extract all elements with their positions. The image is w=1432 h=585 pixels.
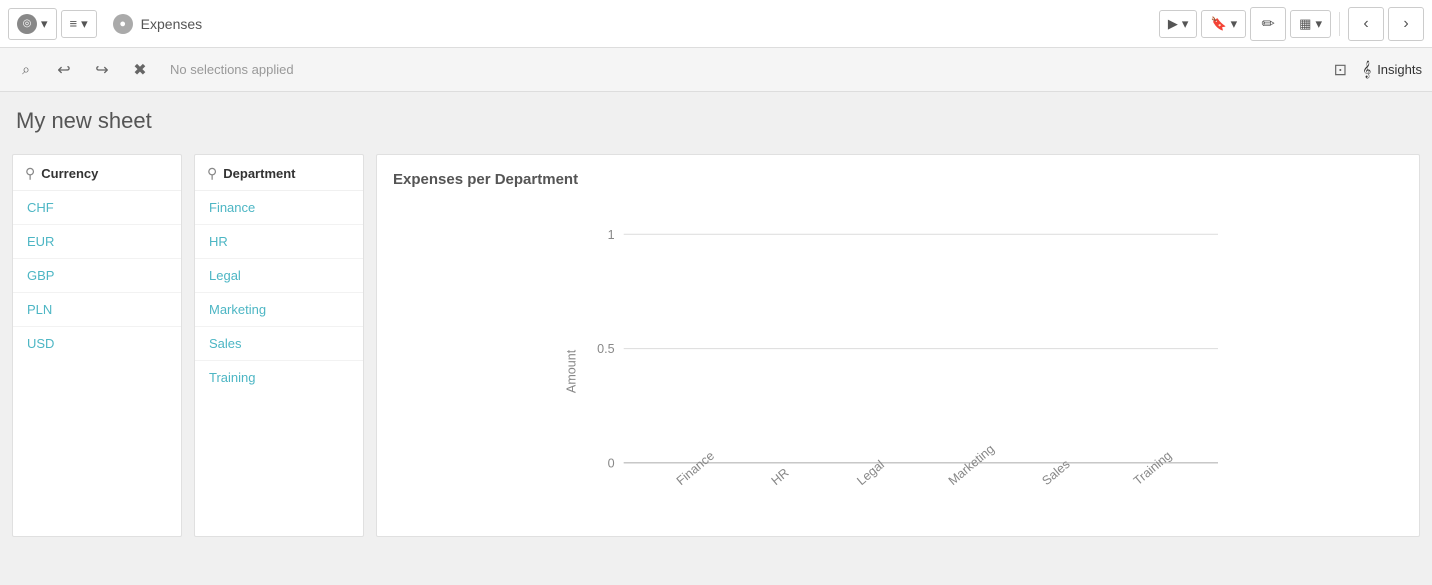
clear-selection-button[interactable]: ✖ bbox=[124, 55, 156, 85]
selection-mode-button[interactable]: ⊡ bbox=[1324, 55, 1356, 85]
toolbar-right: ▶ ▾ 🔖 ▾ ✏ ▦ ▾ ‹ › bbox=[1159, 7, 1424, 41]
y-tick-0: 0 bbox=[608, 456, 615, 470]
list-view-button[interactable]: ≡ ▾ bbox=[61, 10, 97, 38]
chart-icon: ▦ bbox=[1299, 16, 1311, 32]
department-listbox: ⚲ Department Finance HR Legal Marketing … bbox=[194, 154, 364, 537]
expenses-icon: ● bbox=[113, 14, 133, 34]
chart-type-button[interactable]: ▦ ▾ bbox=[1290, 10, 1331, 38]
chart-svg: Amount 1 0.5 0 Finance HR Legal Marketin… bbox=[393, 200, 1403, 520]
list-item[interactable]: Sales bbox=[195, 327, 363, 361]
list-dropdown-arrow: ▾ bbox=[81, 16, 88, 32]
list-item[interactable]: Marketing bbox=[195, 293, 363, 327]
edit-button[interactable]: ✏ bbox=[1250, 7, 1286, 41]
list-item[interactable]: PLN bbox=[13, 293, 181, 327]
department-listbox-title: Department bbox=[223, 166, 295, 181]
x-label-sales: Sales bbox=[1040, 457, 1073, 488]
x-label-training: Training bbox=[1131, 448, 1174, 488]
selection-bar: ⌕ ↩ ↪ ✖ No selections applied ⊡ 𝄞 Insigh… bbox=[0, 48, 1432, 92]
redo-icon: ↪ bbox=[95, 60, 108, 80]
insights-bar-icon: 𝄞 bbox=[1362, 61, 1371, 78]
x-axis-label: Department bbox=[885, 519, 957, 520]
insights-button[interactable]: 𝄞 Insights bbox=[1362, 61, 1422, 78]
x-label-legal: Legal bbox=[854, 458, 887, 488]
undo-selection-button[interactable]: ↩ bbox=[48, 55, 80, 85]
list-icon: ≡ bbox=[70, 16, 78, 31]
back-icon: ‹ bbox=[1363, 15, 1368, 33]
forward-selection-button[interactable]: ↪ bbox=[86, 55, 118, 85]
undo-icon: ↩ bbox=[57, 60, 70, 80]
list-item[interactable]: Legal bbox=[195, 259, 363, 293]
screen-dropdown-arrow: ▾ bbox=[1182, 16, 1189, 32]
bookmark-dropdown-arrow: ▾ bbox=[1231, 16, 1238, 32]
app-title-bar: ● Expenses bbox=[101, 14, 214, 34]
chart-title: Expenses per Department bbox=[393, 171, 1403, 188]
bookmark-button[interactable]: 🔖 ▾ bbox=[1201, 10, 1246, 38]
y-tick-05: 0.5 bbox=[597, 342, 614, 356]
pen-icon: ✏ bbox=[1261, 14, 1274, 34]
chart-area: Expenses per Department Amount 1 0.5 0 F… bbox=[376, 154, 1420, 537]
main-content: ⚲ Currency CHF EUR GBP PLN USD ⚲ Departm… bbox=[0, 142, 1432, 549]
app-dropdown-arrow: ▾ bbox=[41, 16, 48, 32]
currency-list: CHF EUR GBP PLN USD bbox=[13, 191, 181, 360]
x-label-hr: HR bbox=[769, 466, 792, 488]
back-button[interactable]: ‹ bbox=[1348, 7, 1384, 41]
currency-listbox-header: ⚲ Currency bbox=[13, 155, 181, 191]
circle-app-icon: ◎ bbox=[17, 14, 37, 34]
y-axis-label: Amount bbox=[565, 349, 579, 393]
forward-icon: › bbox=[1403, 15, 1408, 33]
chart-container: Amount 1 0.5 0 Finance HR Legal Marketin… bbox=[393, 200, 1403, 520]
x-label-finance: Finance bbox=[674, 449, 717, 488]
list-item[interactable]: EUR bbox=[13, 225, 181, 259]
clear-icon: ✖ bbox=[133, 60, 146, 80]
currency-listbox-title: Currency bbox=[41, 166, 98, 181]
currency-listbox: ⚲ Currency CHF EUR GBP PLN USD bbox=[12, 154, 182, 537]
department-list: Finance HR Legal Marketing Sales Trainin… bbox=[195, 191, 363, 394]
screen-icon: ▶ bbox=[1168, 16, 1178, 32]
x-label-marketing: Marketing bbox=[946, 442, 997, 488]
y-tick-1: 1 bbox=[608, 228, 615, 242]
sheet-title: My new sheet bbox=[16, 108, 1416, 134]
forward-button[interactable]: › bbox=[1388, 7, 1424, 41]
list-item[interactable]: Finance bbox=[195, 191, 363, 225]
selection-mode-icon: ⊡ bbox=[1334, 60, 1347, 80]
search-icon: ⌕ bbox=[22, 61, 30, 78]
currency-search-icon: ⚲ bbox=[25, 165, 35, 182]
search-selection-button[interactable]: ⌕ bbox=[10, 55, 42, 85]
bookmark-icon: 🔖 bbox=[1210, 16, 1226, 32]
no-selections-text: No selections applied bbox=[162, 62, 1318, 77]
screen-button[interactable]: ▶ ▾ bbox=[1159, 10, 1198, 38]
app-menu-button[interactable]: ◎ ▾ bbox=[8, 8, 57, 40]
app-title-text: Expenses bbox=[141, 16, 202, 32]
insights-label: Insights bbox=[1377, 62, 1422, 77]
list-item[interactable]: HR bbox=[195, 225, 363, 259]
toolbar-divider bbox=[1339, 12, 1340, 36]
list-item[interactable]: GBP bbox=[13, 259, 181, 293]
department-search-icon: ⚲ bbox=[207, 165, 217, 182]
sheet-title-bar: My new sheet bbox=[0, 92, 1432, 142]
main-toolbar: ◎ ▾ ≡ ▾ ● Expenses ▶ ▾ 🔖 ▾ ✏ ▦ ▾ ‹ bbox=[0, 0, 1432, 48]
chart-dropdown-arrow: ▾ bbox=[1315, 16, 1322, 32]
department-listbox-header: ⚲ Department bbox=[195, 155, 363, 191]
list-item[interactable]: Training bbox=[195, 361, 363, 394]
list-item[interactable]: USD bbox=[13, 327, 181, 360]
toolbar-left: ◎ ▾ ≡ ▾ ● Expenses bbox=[8, 8, 1159, 40]
list-item[interactable]: CHF bbox=[13, 191, 181, 225]
